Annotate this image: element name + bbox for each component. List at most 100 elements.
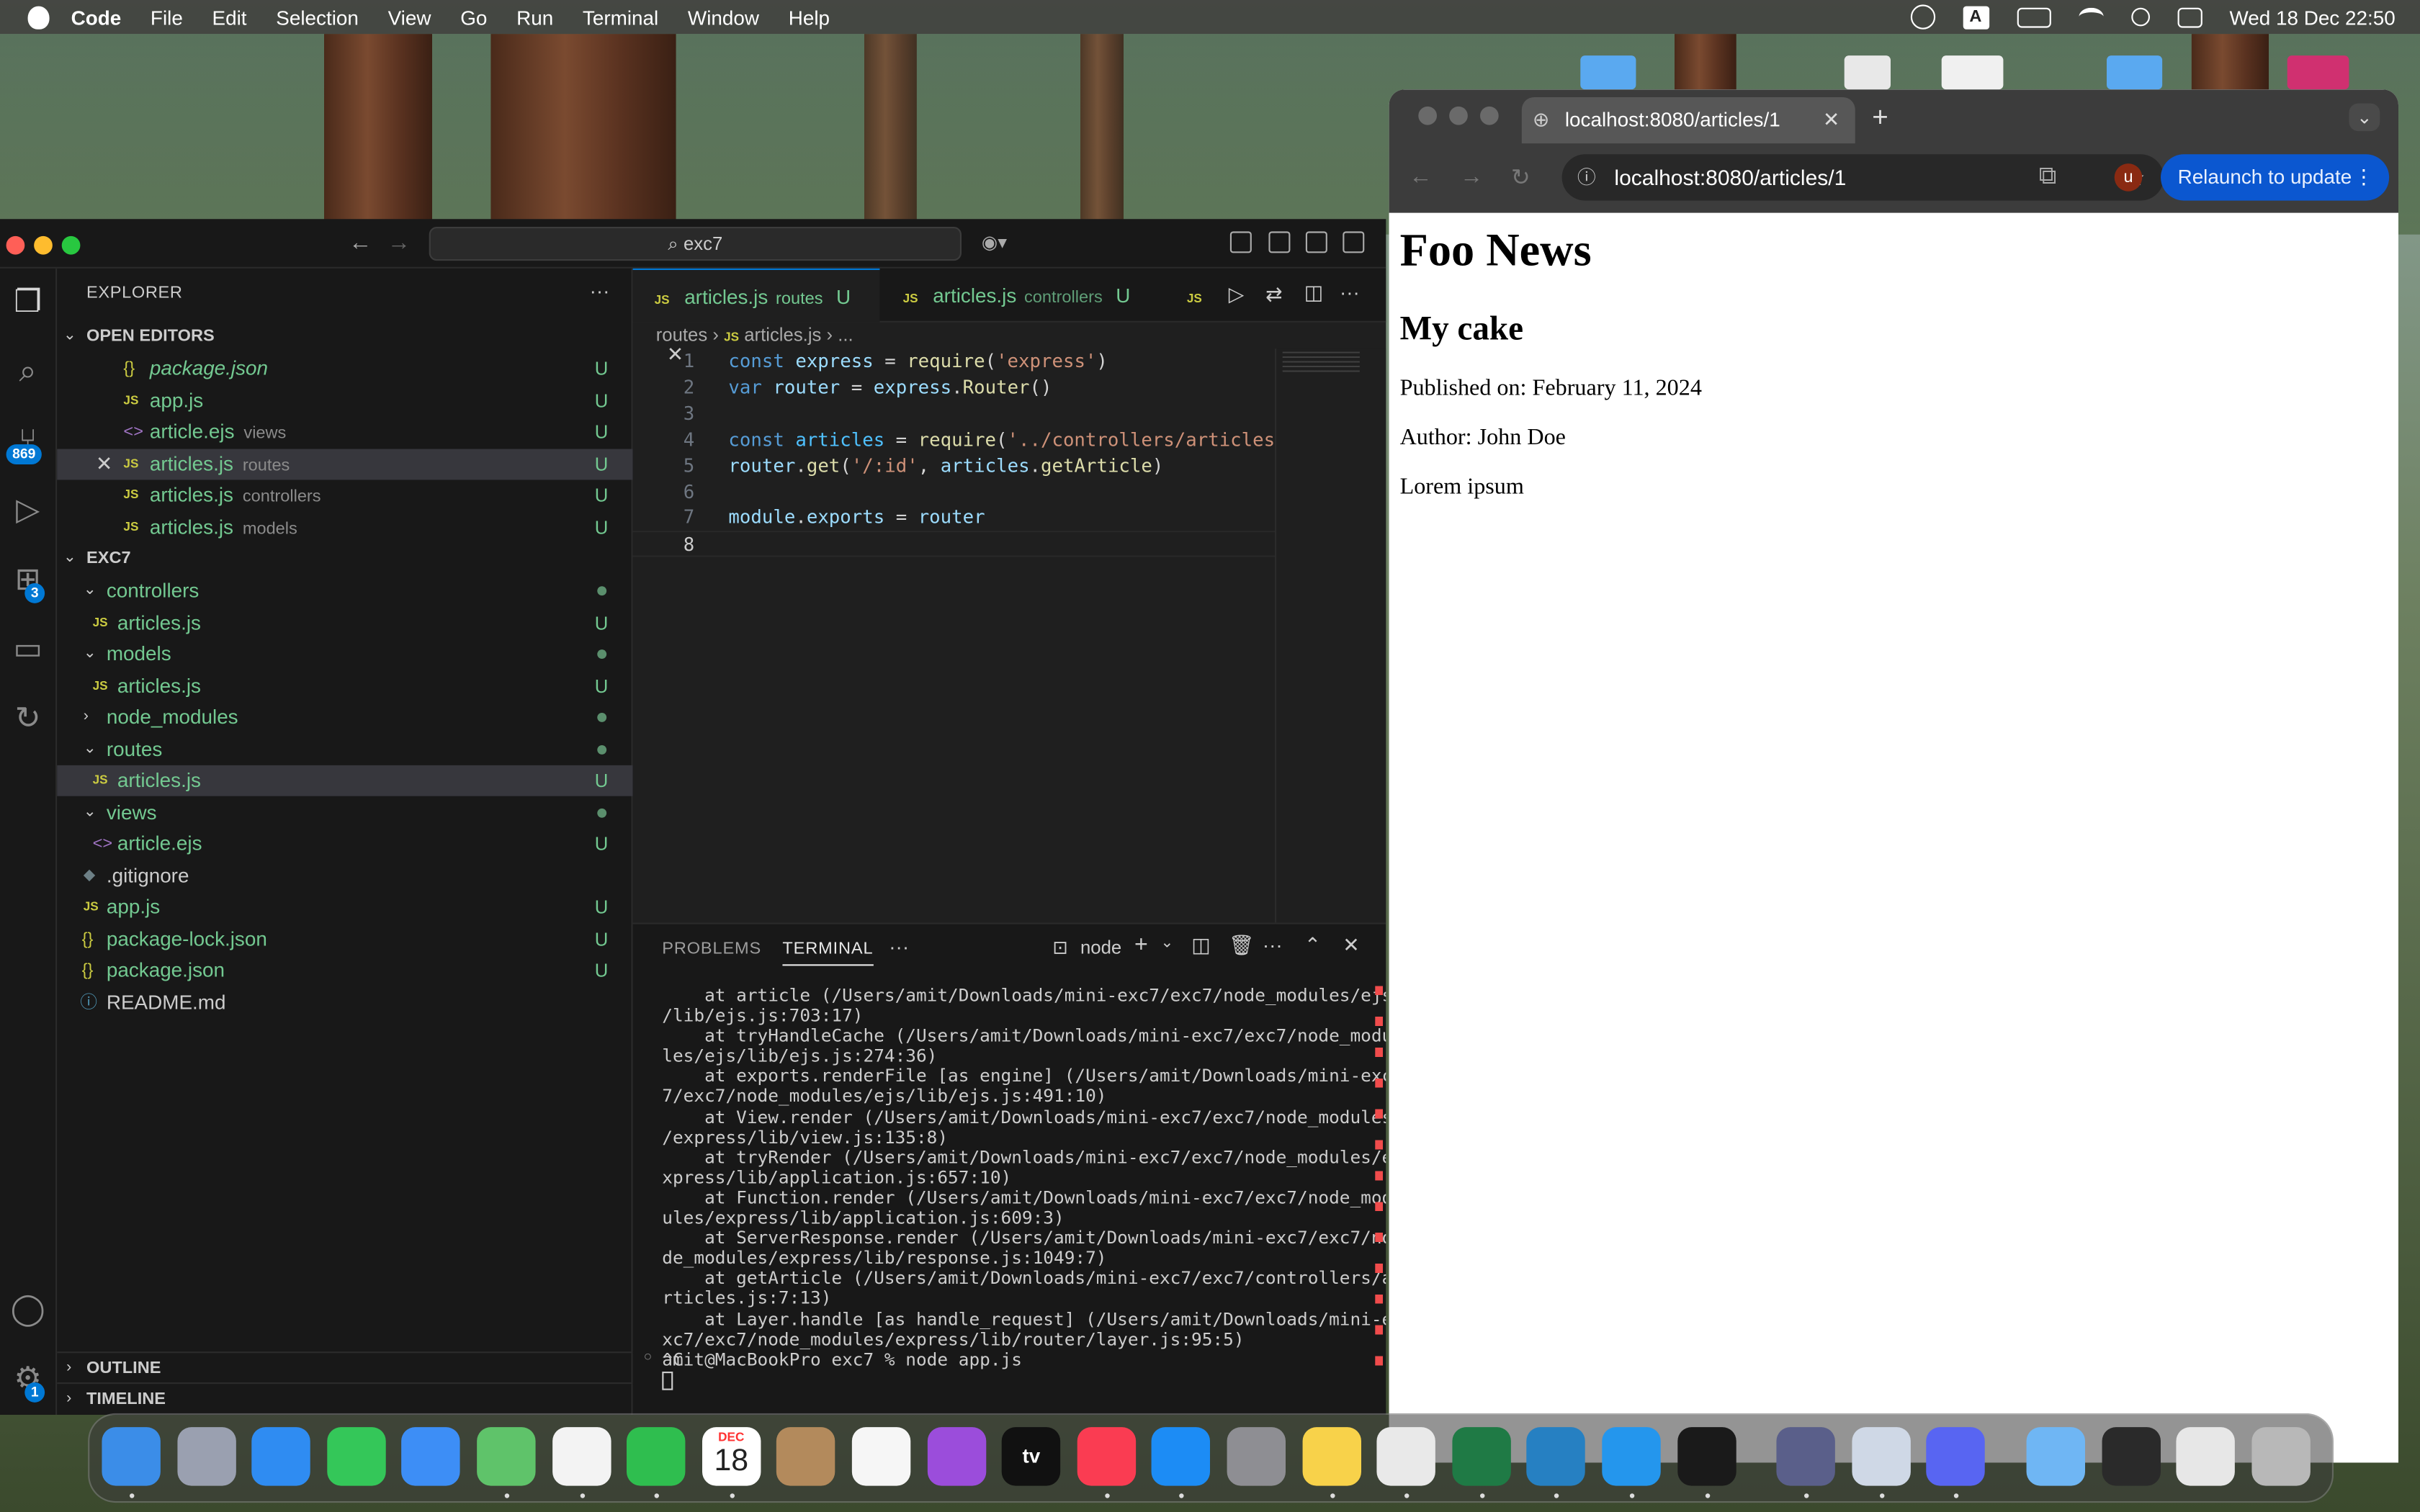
explorer-more-icon[interactable]: ··· [590,279,610,302]
dock-preview-icon[interactable] [1851,1427,1911,1486]
open-editor-item[interactable]: JS articles.js controllers U [57,480,632,510]
tree-folder[interactable]: ⌄ models [57,639,632,670]
relaunch-to-update-button[interactable]: Relaunch to update ⋮ [2161,154,2390,201]
desktop-file-icon[interactable] [1941,55,2004,90]
tree-file[interactable]: JS articles.js U [57,671,632,702]
open-editor-item-active[interactable]: ✕ JS articles.js routes U [57,449,633,480]
dock-contacts-icon[interactable] [776,1427,836,1486]
terminal-more-icon[interactable]: ··· [1263,933,1283,956]
tab-articles-routes[interactable]: JS articles.js routes U ✕ [632,268,880,366]
command-center-search[interactable]: ⌕ exc7 [429,227,962,261]
chrome-minimize-button[interactable] [1449,106,1468,125]
dock-window-2-icon[interactable] [2176,1427,2236,1486]
spotlight-icon[interactable] [2130,7,2150,27]
dock-messages-icon[interactable] [326,1427,386,1486]
breadcrumb-file[interactable]: articles.js [744,324,821,346]
dock-launchpad-icon[interactable] [176,1427,236,1486]
minimap[interactable] [1275,348,1386,923]
menu-terminal[interactable]: Terminal [583,6,658,29]
tree-folder[interactable]: ⌄ controllers [57,575,632,606]
dock-tv-icon[interactable]: tv [1002,1427,1061,1486]
dock-notes-icon[interactable] [1301,1427,1361,1486]
terminal-dropdown-icon[interactable]: ⌄ [1160,935,1173,953]
tree-file-selected[interactable]: JS articles.js U [57,765,633,796]
menu-app-name[interactable]: Code [71,6,122,29]
browser-tab[interactable]: ⊕ localhost:8080/articles/1 ✕ [1521,97,1855,144]
dock-reminders-icon[interactable] [851,1427,911,1486]
open-editor-item[interactable]: {} package.json U [57,354,632,384]
terminal-shell-name[interactable]: node [1080,937,1121,958]
panel-more-icon[interactable]: ··· [889,935,909,958]
tab-search-icon[interactable]: ⌄ [2349,103,2380,132]
code-line[interactable]: 5 router.get('/:id', articles.getArticle) [633,453,1275,479]
open-editor-item[interactable]: JS articles.js models U [57,512,632,543]
menu-selection[interactable]: Selection [276,6,359,29]
tab-articles-controllers[interactable]: JS articles.js controllers U [882,269,1156,323]
toggle-sidebar-icon[interactable] [1229,231,1252,253]
split-editor-icon[interactable]: ◫ [1304,281,1323,305]
dock-terminal-icon[interactable] [1677,1427,1736,1486]
explorer-icon[interactable]: ❐ [9,284,46,320]
open-editor-item[interactable]: JS app.js U [57,386,632,417]
project-header[interactable]: ⌄ EXC7 [57,543,632,574]
menu-edit[interactable]: Edit [212,6,247,29]
search-icon[interactable]: ⌕ [9,354,46,390]
accounts-icon[interactable]: ◯ [9,1292,46,1328]
dock-window-1-icon[interactable] [2101,1427,2161,1486]
browser-reload-icon[interactable]: ↻ [1511,163,1531,191]
tree-file[interactable]: <> article.ejs U [57,829,632,860]
browser-forward-icon[interactable]: → [1460,163,1483,189]
dock-mail-icon[interactable] [401,1427,461,1486]
minimize-window-button[interactable] [34,235,53,255]
dock-bbedit-icon[interactable] [1776,1427,1836,1486]
tree-file[interactable]: JS app.js U [57,892,632,923]
code-line[interactable]: 4 const articles = require('../controller… [633,427,1297,453]
tree-folder[interactable]: › node_modules [57,702,632,733]
zoom-window-button[interactable] [61,235,81,255]
kill-terminal-icon[interactable]: 🗑 [1229,933,1254,958]
tree-file[interactable]: {} package-lock.json U [57,924,632,955]
tree-file[interactable]: ◆ .gitignore [57,861,632,892]
back-arrow-icon[interactable]: ← [349,230,372,256]
dock-vscode-icon[interactable] [1527,1427,1586,1486]
close-editor-icon[interactable]: ✕ [96,449,112,480]
breadcrumb-folder[interactable]: routes [656,324,707,346]
open-editor-item[interactable]: <> article.ejs views U [57,417,632,448]
menu-help[interactable]: Help [789,6,830,29]
terminal-prompt[interactable]: amit@MacBookPro exc7 % node app.js [662,1349,1022,1370]
site-info-icon[interactable]: ⓘ [1577,154,1596,200]
dock-music-icon[interactable] [1077,1427,1136,1486]
code-line[interactable]: 1 const express = require('express') [633,348,1275,374]
control-center-icon[interactable] [2177,6,2202,27]
dock-trash-icon[interactable] [2251,1427,2311,1486]
profile-avatar[interactable]: u [2114,163,2143,192]
menu-view[interactable]: View [388,6,431,29]
dock-app-store-icon[interactable] [1152,1427,1211,1486]
code-line[interactable]: 3 [633,401,1275,427]
new-tab-icon[interactable]: + [1872,102,1888,134]
menu-window[interactable]: Window [688,6,759,29]
new-terminal-icon[interactable]: + [1134,932,1148,958]
forward-arrow-icon[interactable]: → [387,230,411,256]
dock-finder-icon[interactable] [102,1427,161,1486]
close-window-button[interactable] [6,235,25,255]
extensions-puzzle-icon[interactable]: ⧉ [2039,163,2057,192]
desktop-file-icon[interactable] [1844,55,1891,90]
breadcrumb-symbol[interactable]: ... [838,324,853,346]
terminal-shell-icon[interactable]: ⊡ [1052,937,1068,958]
dock-excel-icon[interactable] [1451,1427,1511,1486]
dock-safari-icon[interactable] [251,1427,311,1486]
desktop-app-icon[interactable] [2287,55,2349,90]
tab-terminal[interactable]: TERMINAL [782,940,874,966]
tree-file[interactable]: ⓘ README.md [57,987,632,1018]
editor-more-icon[interactable]: ··· [1340,281,1360,304]
maximize-panel-icon[interactable]: ⌃ [1304,933,1321,958]
dock-chrome-icon[interactable] [1376,1427,1436,1486]
tab-problems[interactable]: PROBLEMS [662,940,761,958]
toggle-panel-icon[interactable] [1268,231,1291,253]
menu-clock[interactable]: Wed 18 Dec 22:50 [2229,6,2395,29]
wifi-icon[interactable] [2078,7,2103,27]
chrome-zoom-button[interactable] [1480,106,1499,125]
run-file-icon[interactable]: ▷ [1229,282,1244,307]
desktop-folder-icon[interactable] [2107,55,2163,90]
